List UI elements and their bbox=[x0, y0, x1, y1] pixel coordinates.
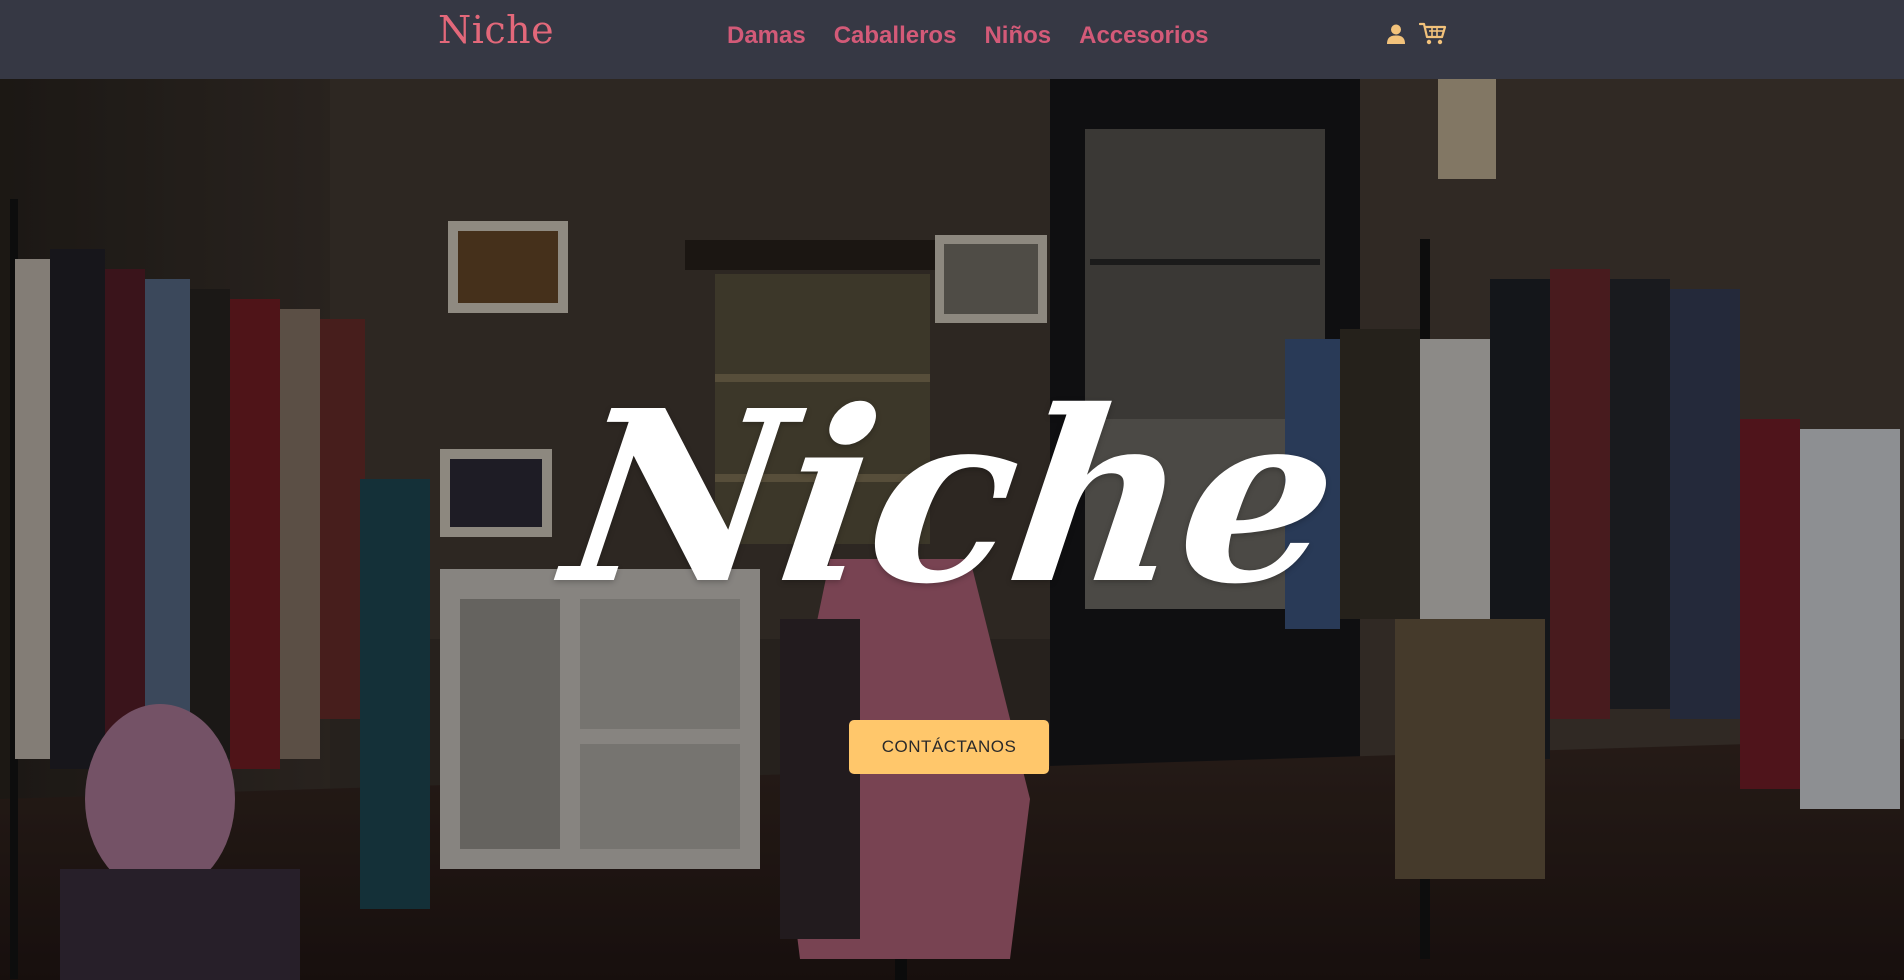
cart-icon[interactable] bbox=[1418, 22, 1447, 46]
contact-button[interactable]: CONTÁCTANOS bbox=[849, 720, 1049, 774]
nav-link-caballeros[interactable]: Caballeros bbox=[834, 22, 957, 50]
nav-icons bbox=[1385, 22, 1447, 46]
nav-link-accesorios[interactable]: Accesorios bbox=[1079, 22, 1208, 50]
nav-link-ninos[interactable]: Niños bbox=[984, 22, 1051, 50]
user-icon[interactable] bbox=[1385, 23, 1407, 45]
hero-title: Niche bbox=[552, 358, 1352, 636]
top-navbar: Niche Damas Caballeros Niños Accesorios bbox=[0, 0, 1904, 79]
nav-link-damas[interactable]: Damas bbox=[727, 22, 806, 50]
hero-banner: Niche CONTÁCTANOS bbox=[0, 79, 1904, 980]
main-nav: Damas Caballeros Niños Accesorios bbox=[727, 22, 1209, 50]
brand-logo[interactable]: Niche bbox=[438, 8, 554, 52]
